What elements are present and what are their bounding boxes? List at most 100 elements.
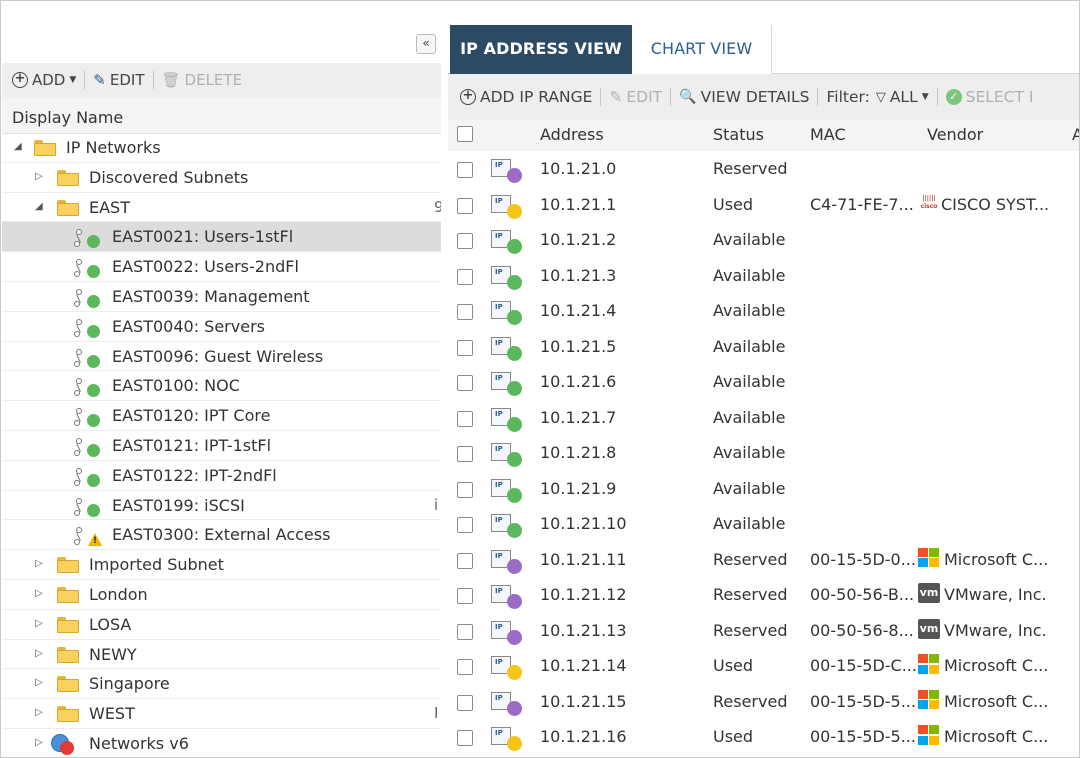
- collapsed-arrow-icon[interactable]: ▷: [35, 618, 43, 629]
- edit-button[interactable]: ✎ EDIT: [91, 71, 152, 89]
- expanded-arrow-icon[interactable]: ◢: [14, 141, 22, 152]
- collapsed-arrow-icon[interactable]: ▷: [35, 171, 43, 182]
- table-row[interactable]: IP 10.1.21.11 Reserved 00-15-5D-0... Microso…: [448, 542, 1079, 578]
- row-checkbox[interactable]: [457, 730, 473, 746]
- status-up-icon: [87, 324, 100, 338]
- network-icon: [74, 318, 100, 339]
- column-header-extra[interactable]: A: [1072, 125, 1079, 144]
- row-checkbox[interactable]: [457, 339, 473, 356]
- table-row[interactable]: IP 10.1.21.3 Available: [448, 258, 1079, 294]
- collapsed-arrow-icon[interactable]: ▷: [35, 558, 43, 569]
- display-name-header[interactable]: Display Name: [2, 97, 441, 134]
- tab-chart-view[interactable]: CHART VIEW: [632, 25, 772, 74]
- collapsed-arrow-icon[interactable]: ▷: [35, 737, 43, 748]
- folder-body: [57, 649, 79, 663]
- delete-button[interactable]: 🗑 DELETE: [160, 71, 251, 89]
- tree-row[interactable]: EAST0120: IPT Core: [2, 401, 441, 431]
- edit-ip-button[interactable]: ✎ EDIT: [607, 88, 670, 106]
- table-row[interactable]: IP 10.1.21.13 Reserved 00-50-56-8... vm VMwar…: [448, 613, 1079, 649]
- tab-ip-address-view[interactable]: IP ADDRESS VIEW: [450, 25, 632, 74]
- row-checkbox[interactable]: [457, 304, 473, 320]
- tree-row[interactable]: EAST0040: Servers: [2, 312, 441, 342]
- tree-row[interactable]: ◢ IP Networks: [2, 133, 441, 163]
- row-checkbox[interactable]: [457, 694, 473, 711]
- table-row[interactable]: IP 10.1.21.15 Reserved 00-15-5D-5... Microso…: [448, 684, 1079, 720]
- tree-row[interactable]: EAST0039: Management: [2, 282, 441, 312]
- row-checkbox[interactable]: [457, 552, 473, 569]
- column-header-address[interactable]: Address: [540, 125, 604, 144]
- collapsed-arrow-icon[interactable]: ▷: [35, 648, 43, 659]
- table-row[interactable]: IP 10.1.21.4 Available: [448, 293, 1079, 329]
- mac-cell: 00-50-56-8...: [810, 620, 914, 640]
- folder-icon: [57, 676, 79, 693]
- add-button[interactable]: + ADD ▼: [10, 71, 84, 89]
- status-cell: Reserved: [713, 159, 788, 178]
- row-checkbox[interactable]: [457, 268, 473, 285]
- tree-row[interactable]: EAST0022: Users-2ndFl: [2, 252, 441, 282]
- table-row[interactable]: IP 10.1.21.1 Used C4-71-FE-7... |||||| cisco C…: [448, 187, 1079, 223]
- tree-row[interactable]: ▷ LOSA: [2, 610, 441, 640]
- collapse-panel-button[interactable]: «: [416, 34, 436, 54]
- status-cell: Available: [713, 443, 786, 462]
- tree-row[interactable]: ▷ Networks v6: [2, 729, 441, 757]
- expanded-arrow-icon[interactable]: ◢: [35, 201, 43, 212]
- tree-row[interactable]: EAST0199: iSCSI i: [2, 491, 441, 521]
- tree-row[interactable]: ▷ Discovered Subnets: [2, 163, 441, 193]
- table-row[interactable]: IP 10.1.21.7 Available: [448, 400, 1079, 436]
- tree-row[interactable]: ▷ Imported Subnet: [2, 550, 441, 580]
- table-row[interactable]: IP 10.1.21.2 Available: [448, 222, 1079, 258]
- row-checkbox[interactable]: [457, 481, 473, 498]
- row-checkbox[interactable]: [457, 588, 473, 604]
- table-row[interactable]: IP 10.1.21.6 Available: [448, 364, 1079, 400]
- collapsed-arrow-icon[interactable]: ▷: [35, 707, 43, 718]
- tree-item-label: Singapore: [89, 674, 170, 694]
- logo-square: [929, 735, 939, 745]
- table-row[interactable]: IP 10.1.21.16 Used 00-15-5D-5... Microsoft C…: [448, 719, 1079, 755]
- status-up-icon: [87, 235, 100, 249]
- row-checkbox[interactable]: [457, 659, 473, 675]
- collapsed-arrow-icon[interactable]: ▷: [35, 677, 43, 688]
- row-checkbox[interactable]: [457, 375, 473, 391]
- view-details-button[interactable]: 🔍 VIEW DETAILS: [677, 88, 817, 106]
- tree-row[interactable]: EAST0096: Guest Wireless: [2, 342, 441, 372]
- status-cell: Used: [713, 656, 754, 675]
- tree-item-label: EAST0300: External Access: [112, 525, 331, 545]
- row-checkbox[interactable]: [457, 410, 473, 427]
- filter-dropdown[interactable]: ▽ ALL ▼: [874, 88, 937, 106]
- table-row[interactable]: IP 10.1.21.5 Available: [448, 329, 1079, 365]
- table-row[interactable]: IP 10.1.21.0 Reserved: [448, 151, 1079, 187]
- table-row[interactable]: IP 10.1.21.12 Reserved 00-50-56-B... vm VMwar…: [448, 577, 1079, 613]
- tree-row[interactable]: ! EAST0300: External Access: [2, 520, 441, 551]
- tree-row[interactable]: EAST0100: NOC: [2, 371, 441, 402]
- tree-row[interactable]: ▷ London: [2, 580, 441, 610]
- add-ip-range-button[interactable]: + ADD IP RANGE: [458, 88, 600, 106]
- collapsed-arrow-icon[interactable]: ▷: [35, 588, 43, 599]
- tree-row[interactable]: EAST0021: Users-1stFl: [2, 222, 441, 253]
- row-checkbox[interactable]: [457, 162, 473, 178]
- row-checkbox[interactable]: [457, 446, 473, 462]
- table-row[interactable]: IP 10.1.21.10 Available: [448, 506, 1079, 542]
- select-button[interactable]: ✓ SELECT I: [944, 88, 1042, 106]
- tree-item-label: EAST0199: iSCSI: [112, 495, 245, 515]
- column-header-mac[interactable]: MAC: [810, 125, 846, 144]
- table-row[interactable]: IP 10.1.21.9 Available: [448, 471, 1079, 507]
- toolbar-separator: [84, 71, 86, 89]
- row-checkbox[interactable]: [457, 623, 473, 640]
- row-checkbox[interactable]: [457, 517, 473, 533]
- tree-row[interactable]: EAST0122: IPT-2ndFl: [2, 461, 441, 491]
- ip-address-cell: 10.1.21.15: [540, 691, 627, 711]
- tree-row[interactable]: ▷ Singapore: [2, 669, 441, 700]
- table-row[interactable]: IP 10.1.21.14 Used 00-15-5D-C... Microsoft C…: [448, 648, 1079, 684]
- tree-row[interactable]: ◢ EAST 9: [2, 193, 441, 223]
- row-checkbox[interactable]: [457, 197, 473, 214]
- folder-body: [57, 709, 79, 723]
- tree-row[interactable]: EAST0121: IPT-1stFl: [2, 431, 441, 461]
- tree-row[interactable]: ▷ WEST I: [2, 699, 441, 729]
- select-all-checkbox[interactable]: [457, 126, 473, 142]
- tree-row[interactable]: ▷ NEWY: [2, 640, 441, 670]
- status-dot-icon: [507, 168, 522, 183]
- row-checkbox[interactable]: [457, 233, 473, 249]
- column-header-status[interactable]: Status: [713, 125, 764, 144]
- table-row[interactable]: IP 10.1.21.8 Available: [448, 435, 1079, 471]
- column-header-vendor[interactable]: Vendor: [927, 125, 983, 144]
